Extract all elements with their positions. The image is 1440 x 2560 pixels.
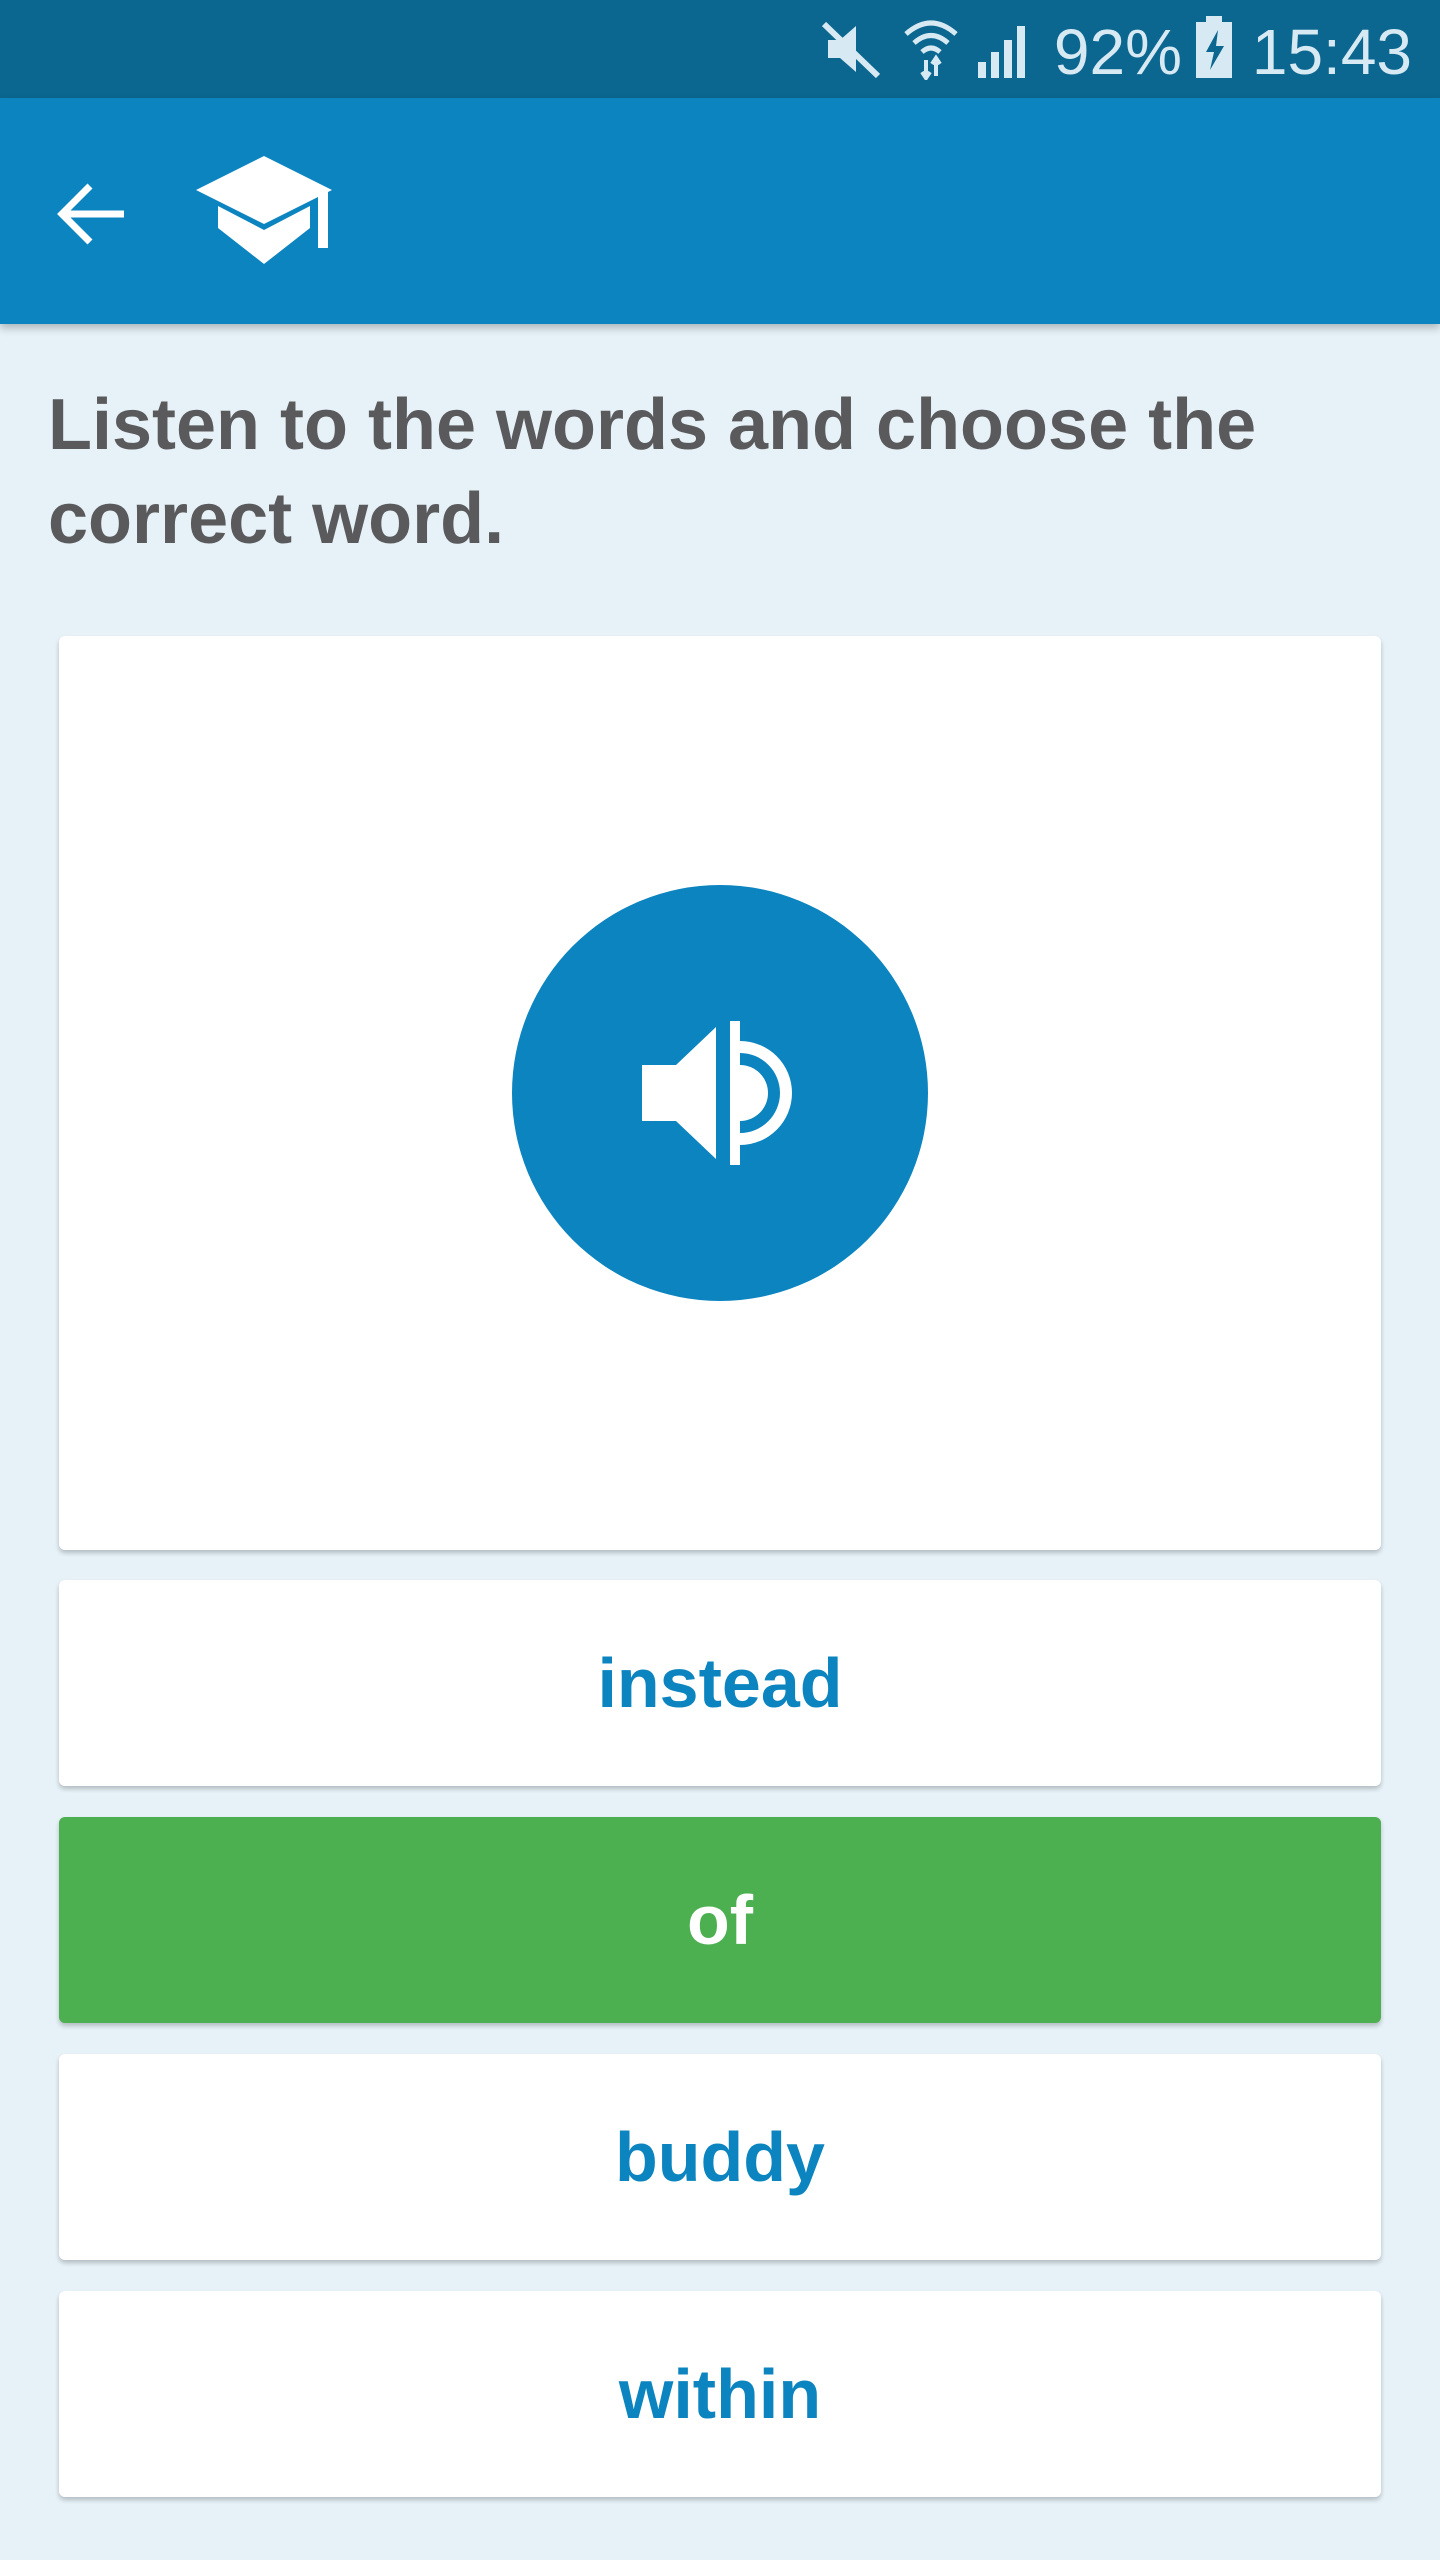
speaker-icon (642, 1021, 792, 1165)
answer-option-of[interactable]: of (59, 1817, 1381, 2023)
app-bar (0, 98, 1440, 324)
graduation-cap-icon (196, 156, 332, 264)
answer-option-buddy[interactable]: buddy (59, 2054, 1381, 2260)
instruction-text: Listen to the words and choose the corre… (48, 385, 1257, 559)
answer-option-within[interactable]: within (59, 2291, 1381, 2497)
wifi-icon (904, 20, 958, 80)
arrow-left-icon (57, 183, 124, 245)
back-button[interactable] (50, 172, 134, 256)
play-audio-button[interactable] (512, 885, 928, 1301)
signal-icon (978, 26, 1025, 78)
battery-charging-icon (1196, 16, 1232, 78)
mute-icon (821, 21, 881, 79)
answer-option-instead[interactable]: instead (59, 1580, 1381, 1786)
battery-percent: 92% (1053, 16, 1182, 88)
audio-card (59, 636, 1381, 1550)
clock: 15:43 (1251, 16, 1412, 88)
status-bar: 92% 15:43 (0, 0, 1440, 98)
